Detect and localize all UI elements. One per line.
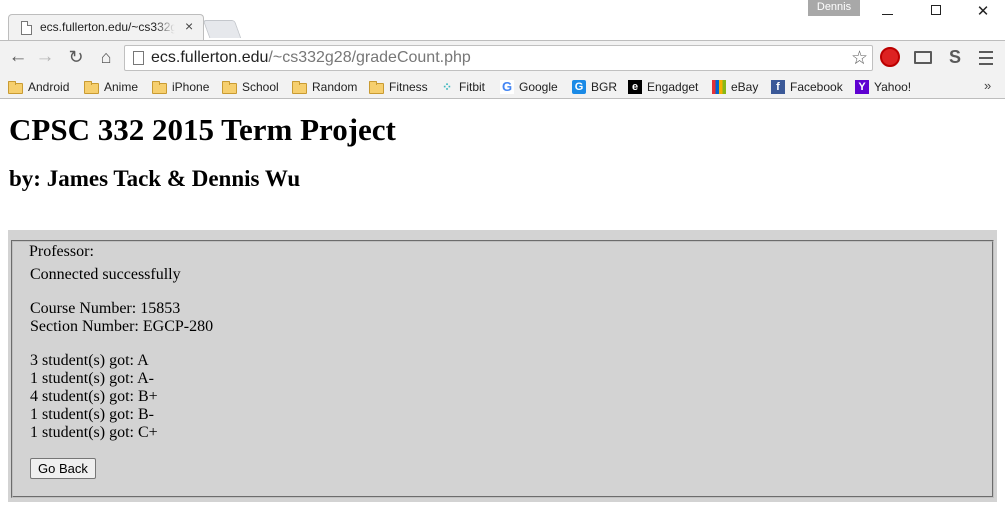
bookmark-fitbit[interactable]: ⁘ Fitbit	[440, 78, 485, 96]
go-back-button[interactable]: Go Back	[30, 458, 96, 479]
page-title: CPSC 332 2015 Term Project	[9, 112, 396, 147]
new-tab-button[interactable]	[202, 20, 242, 38]
bookmark-school[interactable]: School	[222, 78, 279, 96]
grade-count-row: 1 student(s) got: B-	[30, 406, 154, 423]
home-button[interactable]: ⌂	[94, 46, 118, 70]
url-text[interactable]: ecs.fullerton.edu/~cs332g28/gradeCount.p…	[151, 49, 471, 67]
bookmark-label: Android	[28, 80, 70, 94]
bookmark-label: School	[242, 80, 279, 94]
menu-button[interactable]	[975, 47, 997, 69]
bookmark-yahoo[interactable]: Y Yahoo!	[855, 78, 911, 96]
menu-icon-bar	[979, 63, 993, 65]
facebook-icon: f	[771, 80, 785, 94]
google-icon: G	[500, 79, 514, 94]
folder-icon	[152, 80, 167, 94]
folder-icon	[84, 80, 99, 94]
adblock-extension-button[interactable]	[880, 47, 902, 69]
bookmark-facebook[interactable]: f Facebook	[771, 78, 843, 96]
cast-button[interactable]	[912, 47, 934, 69]
bookmark-android[interactable]: Android	[8, 78, 69, 96]
bookmark-label: Anime	[104, 80, 139, 94]
browser-toolbar: ← → ↻ ⌂ ecs.fullerton.edu/~cs332g28/grad…	[0, 40, 1005, 74]
results-content: Connected successfully Course Number: 15…	[30, 266, 213, 479]
bookmark-label: Yahoo!	[874, 80, 912, 94]
bookmark-anime[interactable]: Anime	[84, 78, 138, 96]
bookmark-label: Google	[519, 80, 558, 94]
bookmark-google[interactable]: G Google	[500, 78, 558, 96]
extension-button[interactable]: S	[944, 47, 966, 69]
grade-count-row: 1 student(s) got: A-	[30, 370, 154, 387]
url-path: /~cs332g28/gradeCount.php	[268, 49, 471, 66]
connection-status: Connected successfully	[30, 266, 181, 283]
page-content: CPSC 332 2015 Term Project by: James Tac…	[0, 100, 1005, 514]
engadget-icon: e	[628, 80, 642, 94]
bookmark-label: Random	[312, 80, 358, 94]
bookmark-fitness[interactable]: Fitness	[369, 78, 428, 96]
cast-icon	[914, 51, 932, 64]
bookmark-label: Fitness	[389, 80, 428, 94]
bgr-icon: G	[572, 80, 586, 94]
page-subtitle: by: James Tack & Dennis Wu	[9, 166, 301, 191]
grade-count-row: 4 student(s) got: B+	[30, 388, 158, 405]
profile-badge[interactable]: Dennis	[808, 0, 860, 16]
ebay-icon	[712, 80, 726, 94]
fieldset-legend: Professor:	[27, 243, 96, 261]
bookmark-label: Fitbit	[459, 80, 486, 94]
address-bar[interactable]: ecs.fullerton.edu/~cs332g28/gradeCount.p…	[124, 45, 873, 71]
bookmark-random[interactable]: Random	[292, 78, 357, 96]
minimize-button[interactable]	[864, 2, 910, 20]
bookmarks-bar: Android Anime iPhone School Random Fitne…	[0, 74, 1005, 99]
forward-button[interactable]: →	[33, 46, 57, 70]
minimize-icon	[881, 14, 893, 15]
bookmark-ebay[interactable]: eBay	[712, 78, 758, 96]
bookmark-label: eBay	[731, 80, 759, 94]
folder-icon	[369, 80, 384, 94]
browser-tab[interactable]: ecs.fullerton.edu/~cs332g28/gradeCount.p…	[8, 14, 204, 40]
grade-count-row: 1 student(s) got: C+	[30, 424, 158, 441]
more-bookmarks-icon[interactable]: »	[984, 78, 991, 93]
maximize-button[interactable]	[913, 2, 959, 20]
reload-button[interactable]: ↻	[64, 46, 88, 70]
close-window-button[interactable]: ✕	[960, 2, 1005, 20]
bookmark-label: iPhone	[172, 80, 210, 94]
section-number: Section Number: EGCP-280	[30, 318, 214, 335]
professor-form: Professor: Connected successfully Course…	[8, 230, 997, 502]
tab-close-icon[interactable]: ×	[185, 18, 193, 34]
folder-icon	[8, 80, 23, 94]
title-bar: ecs.fullerton.edu/~cs332g28/gradeCount.p…	[0, 0, 1005, 40]
tab-title: ecs.fullerton.edu/~cs332g28/gradeCount.p…	[40, 20, 175, 34]
bookmark-iphone[interactable]: iPhone	[152, 78, 209, 96]
folder-icon	[292, 80, 307, 94]
bookmark-bgr[interactable]: G BGR	[572, 78, 617, 96]
menu-icon-bar	[979, 57, 993, 59]
stop-sign-icon	[880, 47, 900, 67]
page-icon	[133, 51, 144, 65]
course-number: Course Number: 15853	[30, 300, 181, 317]
page-icon	[21, 21, 32, 35]
bookmark-label: BGR	[591, 80, 618, 94]
bookmark-engadget[interactable]: e Engadget	[628, 78, 698, 96]
bookmark-label: Facebook	[790, 80, 843, 94]
url-host: ecs.fullerton.edu	[151, 49, 269, 66]
menu-icon-bar	[979, 51, 993, 53]
grade-count-row: 3 student(s) got: A	[30, 352, 149, 369]
back-button[interactable]: ←	[6, 46, 30, 70]
bookmark-label: Engadget	[647, 80, 699, 94]
fitbit-icon: ⁘	[441, 80, 453, 94]
maximize-icon	[931, 5, 941, 15]
professor-fieldset: Professor: Connected successfully Course…	[11, 240, 994, 498]
bookmark-star-icon[interactable]: ☆	[851, 47, 868, 70]
yahoo-icon: Y	[855, 80, 869, 94]
folder-icon	[222, 80, 237, 94]
